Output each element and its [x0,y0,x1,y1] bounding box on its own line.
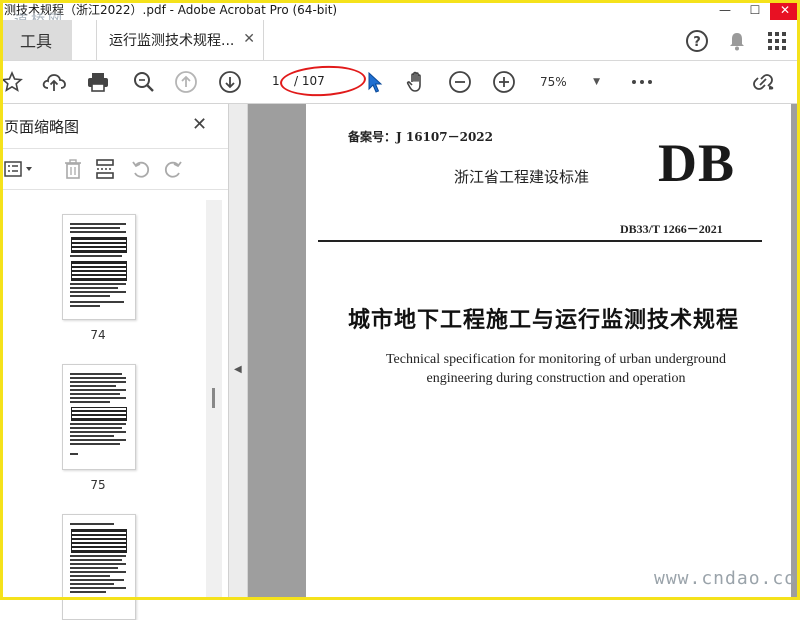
tab-close-icon[interactable]: ✕ [243,31,255,47]
panel-collapse-strip[interactable]: ◀ [229,104,248,600]
tab-bar: 工具 运行监测技术规程... ✕ ? [0,20,800,61]
pdf-page: 备案号：J 16107－2022 浙江省工程建设标准 DB DB33/T 126… [306,104,791,600]
zoom-in-icon[interactable] [490,69,518,95]
panel-toolbar [0,148,228,190]
scrollbar-thumb[interactable] [212,388,215,408]
header-rule [318,240,762,242]
tab-tools[interactable]: 工具 [0,20,72,60]
thumbnail-page-label: 74 [90,328,106,342]
document-title-en-line2: engineering during construction and oper… [426,371,686,386]
bookmark-star-icon[interactable] [0,69,26,95]
chevron-down-icon: ▼ [593,77,600,87]
zoom-search-icon[interactable] [130,69,158,95]
watermark-url: www.cndao.com [654,568,800,589]
document-title-en-line1: Technical specification for monitoring o… [385,352,727,367]
minimize-button[interactable]: — [710,0,740,20]
main-toolbar: 1 / 107 75% ▼ [0,61,800,104]
next-page-icon[interactable] [216,69,244,95]
maximize-button[interactable]: ☐ [740,0,770,20]
page-thumbnail[interactable] [62,514,136,620]
record-number: 备案号：J 16107－2022 [348,130,494,144]
rotate-left-icon[interactable] [128,157,154,181]
tab-document[interactable]: 运行监测技术规程... ✕ [96,20,264,60]
rotate-right-icon[interactable] [160,157,186,181]
panel-close-icon[interactable]: ✕ [192,114,207,135]
print-icon[interactable] [84,69,112,95]
db-mark: DB [658,133,736,193]
thumbnail-scrollbar[interactable] [206,200,222,600]
document-title-cn: 城市地下工程施工与运行监测技术规程 [348,307,740,333]
tab-right-actions: ? [684,28,790,54]
more-options-icon[interactable] [628,69,656,95]
standard-number: DB33/T 1266－2021 [620,222,723,236]
page-thumbnail[interactable] [62,364,136,470]
zoom-value: 75% [540,75,567,89]
bell-icon[interactable] [724,28,750,54]
thumbnail-options-icon[interactable] [2,157,36,181]
collapse-left-icon[interactable]: ◀ [234,364,242,375]
insert-page-icon[interactable] [92,157,118,181]
document-viewer[interactable]: 备案号：J 16107－2022 浙江省工程建设标准 DB DB33/T 126… [248,104,800,600]
window-controls: — ☐ ✕ [710,0,800,20]
cloud-upload-icon[interactable] [40,69,68,95]
panel-title: 页面缩略图 [4,118,80,136]
thumbnail-page-label: 75 [90,478,106,492]
zoom-dropdown[interactable]: 75% ▼ [540,71,604,93]
thumbnail-list: 74 75 [0,200,206,620]
page-thumbnail[interactable] [62,214,136,320]
delete-page-icon[interactable] [60,157,86,181]
thumbnail-panel: 页面缩略图 ✕ 74 75 [0,104,229,620]
close-window-button[interactable]: ✕ [770,0,800,20]
tab-document-label: 运行监测技术规程... [109,33,235,49]
provincial-standard-label: 浙江省工程建设标准 [454,168,590,186]
apps-grid-icon[interactable] [764,28,790,54]
previous-page-icon[interactable] [172,69,200,95]
title-bar: 测技术规程（浙江2022）.pdf - Adobe Acrobat Pro (6… [0,0,800,29]
hand-tool-icon[interactable] [402,69,430,95]
svg-text:?: ? [693,35,701,50]
help-icon[interactable]: ? [684,28,710,54]
zoom-out-icon[interactable] [446,69,474,95]
share-link-icon[interactable] [750,69,778,95]
